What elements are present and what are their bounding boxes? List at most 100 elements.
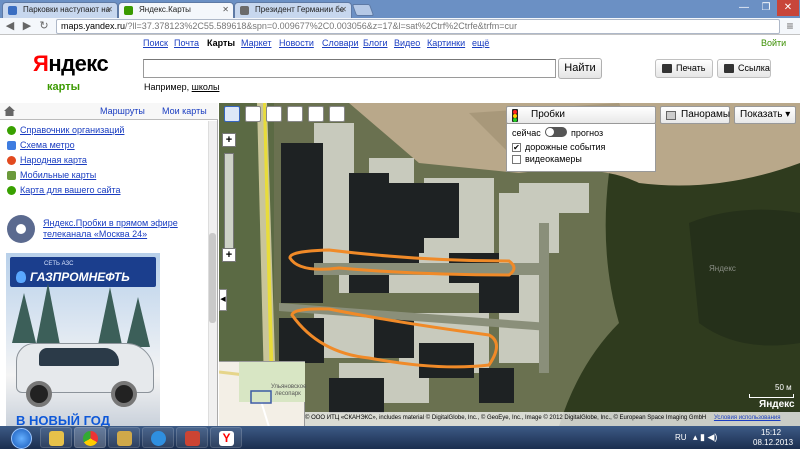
scale-bar [749, 394, 794, 398]
show-layers-button[interactable]: Показать ▾ [734, 106, 796, 124]
overview-minimap[interactable]: Ульяновское лесопарк [219, 361, 306, 426]
service-link-blogs[interactable]: Блоги [363, 38, 387, 48]
zoom-in-button[interactable]: + [222, 133, 236, 147]
ie-icon [151, 431, 166, 446]
taskbar-explorer[interactable] [40, 427, 72, 448]
people-map-tool-button[interactable] [308, 106, 324, 122]
taskbar-chrome[interactable] [74, 427, 106, 448]
language-indicator[interactable]: RU [675, 433, 687, 442]
ad-brand-logo: СЕТЬ АЗС ГАЗПРОМНЕФТЬ [10, 257, 156, 287]
people-map-icon [7, 156, 16, 165]
url-path: /?ll=37.378123%2C55.589618&spn=0.009677%… [125, 21, 518, 31]
tab-close-icon[interactable]: ✕ [106, 5, 113, 14]
ad-brand-small: СЕТЬ АЗС [44, 261, 74, 267]
maximize-button[interactable]: ❐ [755, 0, 777, 16]
cameras-checkbox[interactable] [512, 155, 521, 164]
tab-close-icon[interactable]: ✕ [340, 5, 347, 14]
tab-title: Парковки наступают на [23, 5, 111, 14]
route-tool-button[interactable] [287, 106, 303, 122]
scale-label: 50 м [775, 383, 792, 392]
tab-my-maps[interactable]: Мои карты [162, 106, 207, 116]
print-button[interactable]: Печать [655, 59, 713, 78]
menu-icon[interactable]: ≡ [783, 19, 797, 33]
link-button[interactable]: Ссылка [717, 59, 771, 78]
taskbar-files[interactable] [108, 427, 140, 448]
cameras-label: видеокамеры [525, 154, 582, 164]
ruler-tool-button[interactable] [266, 106, 282, 122]
promo-link[interactable]: Яндекс.Пробки в прямом эфире телеканала … [43, 218, 203, 240]
app-icon [185, 431, 200, 446]
advertisement-banner[interactable]: СЕТЬ АЗС ГАЗПРОМНЕФТЬ В НОВЫЙ ГОД [6, 253, 160, 428]
service-link-images[interactable]: Картинки [427, 38, 465, 48]
logo-subtitle: карты [47, 81, 80, 93]
back-icon[interactable]: ◀ [3, 19, 17, 33]
flame-icon [16, 271, 26, 283]
tab-close-icon[interactable]: ✕ [222, 5, 229, 14]
tab-routes[interactable]: Маршруты [100, 106, 145, 116]
clock-time[interactable]: 15:12 [761, 428, 781, 437]
collapse-sidebar-button[interactable]: ◀ [219, 289, 227, 311]
zoom-slider[interactable] [224, 153, 234, 253]
cursor-tool-button[interactable] [329, 106, 345, 122]
tree-graphic [36, 283, 60, 345]
terms-link[interactable]: Условия использования [714, 415, 781, 421]
forward-icon[interactable]: ▶ [20, 19, 34, 33]
service-link-news[interactable]: Новости [279, 38, 314, 48]
service-link-maps: Карты [207, 38, 236, 48]
taskbar-yandex[interactable]: Y [210, 427, 242, 448]
tree-graphic [126, 297, 150, 347]
yandex-logo[interactable]: Яндекс [33, 51, 109, 77]
browser-tab-2[interactable]: Яндекс.Карты ✕ [118, 2, 234, 18]
service-link-market[interactable]: Маркет [241, 38, 271, 48]
find-button[interactable]: Найти [558, 58, 602, 79]
search-input[interactable] [143, 59, 556, 78]
example-link[interactable]: школы [192, 82, 220, 92]
service-link-dictionaries[interactable]: Словари [322, 38, 359, 48]
sidebar-item-mobile[interactable]: Мобильные карты [7, 170, 96, 180]
browser-tab-3[interactable]: Президент Германии бе ✕ [234, 2, 352, 18]
road-events-checkbox[interactable]: ✔ [512, 143, 521, 152]
yandex-map-logo[interactable]: Яндекс [759, 399, 795, 410]
home-icon[interactable] [4, 106, 15, 116]
traffic-mode-toggle[interactable] [545, 127, 567, 137]
traffic-button[interactable]: Пробки [506, 106, 656, 124]
traffic-promo[interactable]: Яндекс.Пробки в прямом эфире телеканала … [7, 215, 207, 245]
pan-tool-button[interactable] [224, 106, 240, 122]
service-link-more[interactable]: ещё [472, 38, 489, 48]
address-bar[interactable]: maps.yandex.ru/?ll=37.378123%2C55.589618… [56, 19, 780, 34]
ad-brand: ГАЗПРОМНЕФТЬ [30, 270, 130, 284]
chevron-down-icon: ▾ [785, 109, 791, 120]
folder-icon [49, 431, 64, 446]
sidebar-item-directory[interactable]: Справочник организаций [7, 125, 124, 135]
service-link-video[interactable]: Видео [394, 38, 420, 48]
sidebar-scroll-thumb[interactable] [209, 233, 216, 323]
search-example: Например, школы [144, 82, 220, 92]
close-window-button[interactable]: ✕ [777, 0, 799, 16]
tree-graphic [12, 293, 36, 343]
traffic-forecast-label: прогноз [571, 128, 604, 138]
minimize-button[interactable]: — [733, 0, 755, 16]
taskbar-app[interactable] [176, 427, 208, 448]
tray-icons[interactable]: ▴ ▮ ◀) [693, 432, 717, 443]
new-tab-button[interactable] [351, 4, 375, 16]
link-icon [724, 64, 734, 73]
chrome-icon [83, 431, 98, 446]
start-button[interactable] [2, 426, 38, 449]
sidebar-item-people-map[interactable]: Народная карта [7, 155, 87, 165]
tree-graphic [98, 287, 122, 345]
magnifier-tool-button[interactable] [245, 106, 261, 122]
login-link[interactable]: Войти [761, 38, 786, 48]
sidebar-item-metro[interactable]: Схема метро [7, 140, 75, 150]
browser-tab-1[interactable]: Парковки наступают на ✕ [2, 2, 118, 18]
sidebar-item-site-map[interactable]: Карта для вашего сайта [7, 185, 121, 195]
clock-date[interactable]: 08.12.2013 [753, 438, 793, 447]
taskbar-ie[interactable] [142, 427, 174, 448]
map-view[interactable]: Яндекс + + ◀ Пробки сейчас прогноз ✔ дор… [219, 103, 800, 426]
reload-icon[interactable]: ↻ [37, 19, 51, 33]
service-link-search[interactable]: Поиск [143, 38, 168, 48]
panoramas-button[interactable]: Панорамы [660, 106, 730, 124]
traffic-light-icon [512, 109, 518, 122]
zoom-out-button[interactable]: + [222, 248, 236, 262]
service-link-mail[interactable]: Почта [174, 38, 199, 48]
tab-favicon-icon [124, 6, 133, 15]
